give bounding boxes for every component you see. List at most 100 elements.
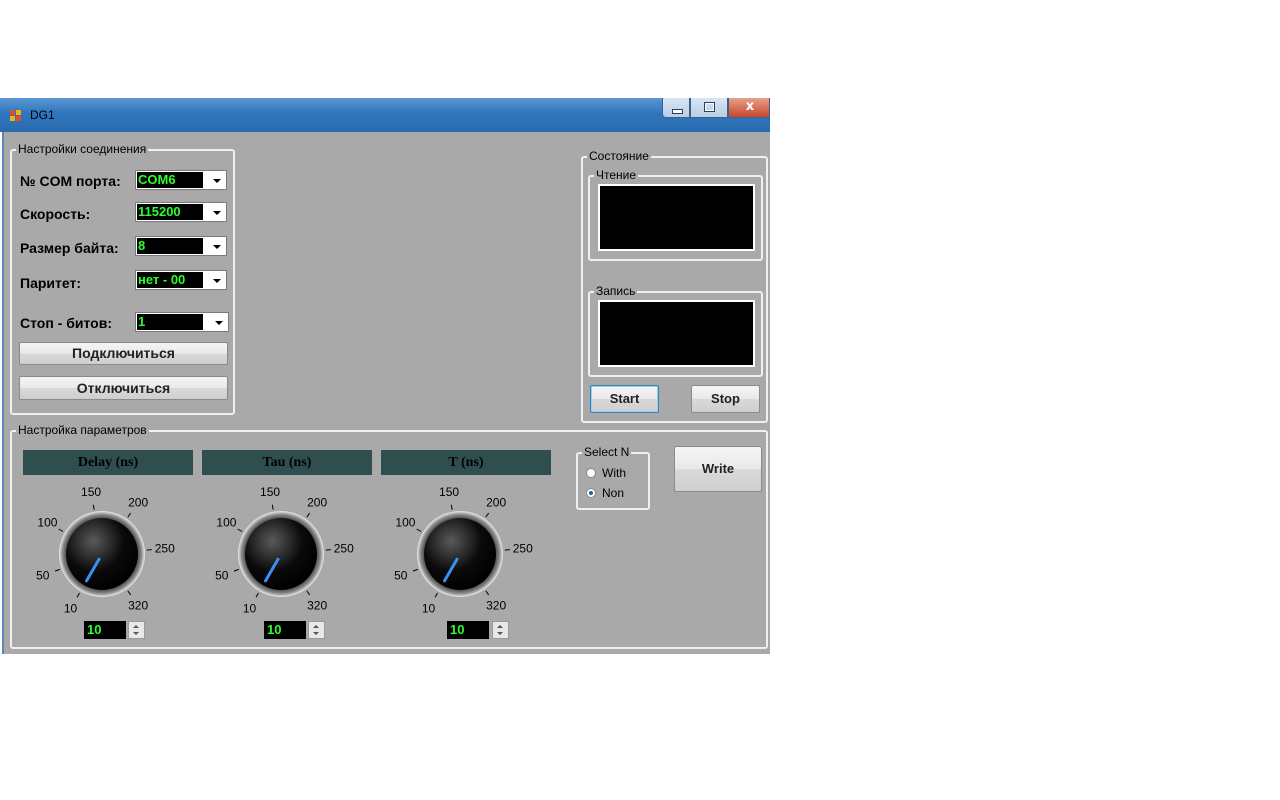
knob-tick [92, 504, 95, 510]
byte-size-value: 8 [137, 238, 203, 254]
knob-tick [416, 528, 422, 532]
chevron-down-icon [213, 279, 221, 283]
chevron-down-icon [215, 321, 223, 325]
client-area: Настройки соединения № COM порта: COM6 С… [2, 132, 770, 654]
chevron-down-icon [213, 245, 221, 249]
write-title: Запись [594, 284, 638, 298]
tau-header: Tau (ns) [202, 450, 372, 475]
option-with-label: With [602, 466, 626, 480]
parity-select[interactable]: нет - 00 [135, 270, 227, 290]
option-non-label: Non [602, 486, 625, 500]
knob-scale-label: 50 [36, 569, 50, 583]
parameters-group: Настройка параметров Delay (ns) 10 50 100 1… [10, 423, 768, 649]
select-n-group: Select N With Non [576, 445, 650, 510]
knob-scale-label: 200 [128, 495, 148, 509]
option-with-radio[interactable] [586, 468, 596, 478]
knob-scale-label: 10 [64, 602, 78, 616]
start-button[interactable]: Start [590, 385, 659, 413]
option-non-radio[interactable] [586, 488, 596, 498]
arrow-up-icon [313, 625, 319, 628]
byte-size-select[interactable]: 8 [135, 236, 227, 256]
knob-tick [58, 528, 64, 532]
knob-tick [434, 592, 438, 598]
t-knob[interactable]: 10 50 100 150 200 250 320 [381, 478, 551, 620]
knob-scale-label: 100 [216, 516, 236, 530]
knob-scale-label: 250 [513, 542, 533, 556]
com-port-value: COM6 [137, 172, 203, 188]
connection-settings-group: Настройки соединения № COM порта: COM6 С… [10, 142, 235, 415]
knob-tick [485, 590, 490, 596]
knob-cap[interactable] [66, 518, 138, 590]
delay-value-field[interactable]: 10 [84, 621, 126, 639]
speed-select[interactable]: 115200 [135, 202, 227, 222]
write-button[interactable]: Write [674, 446, 762, 492]
com-port-select[interactable]: COM6 [135, 170, 227, 190]
knob-scale-label: 320 [486, 599, 506, 613]
app-icon [10, 110, 21, 121]
chevron-down-icon [213, 179, 221, 183]
speed-label: Скорость: [20, 206, 91, 222]
knob-tick [271, 504, 274, 510]
select-n-title: Select N [582, 445, 632, 459]
knob-cap[interactable] [424, 518, 496, 590]
knob-tick [306, 590, 311, 596]
write-display [598, 300, 755, 367]
knob-scale-label: 200 [486, 495, 506, 509]
tau-spinner[interactable] [308, 621, 325, 639]
close-button[interactable]: x [728, 98, 770, 118]
knob-scale-label: 200 [307, 495, 327, 509]
arrow-down-icon [313, 632, 319, 635]
close-icon: x [745, 99, 755, 114]
knob-tick [127, 590, 132, 596]
byte-size-label: Размер байта: [20, 240, 119, 256]
read-display [598, 184, 755, 251]
parameters-title: Настройка параметров [16, 423, 149, 437]
stop-button[interactable]: Stop [691, 385, 760, 413]
disconnect-button[interactable]: Отключиться [19, 376, 228, 400]
speed-value: 115200 [137, 204, 203, 220]
tau-value-field[interactable]: 10 [264, 621, 306, 639]
knob-scale-label: 150 [260, 485, 280, 499]
stop-bits-select[interactable]: 1 [135, 312, 229, 332]
state-group: Состояние Чтение Запись Start Stop [581, 149, 768, 423]
knob-tick [76, 592, 80, 598]
knob-tick [255, 592, 259, 598]
arrow-up-icon [497, 625, 503, 628]
arrow-down-icon [133, 632, 139, 635]
t-spinner[interactable] [492, 621, 509, 639]
knob-cap[interactable] [245, 518, 317, 590]
main-window: DG1 x Настройки соединения № COM порта: … [0, 98, 770, 656]
knob-scale-label: 50 [394, 569, 408, 583]
knob-tick [54, 568, 60, 572]
t-value-field[interactable]: 10 [447, 621, 489, 639]
knob-scale-label: 250 [155, 542, 175, 556]
write-group: Запись [588, 284, 763, 377]
knob-scale-label: 150 [81, 485, 101, 499]
knob-scale-label: 10 [243, 602, 257, 616]
knob-scale-label: 50 [215, 569, 229, 583]
knob-tick [233, 568, 239, 572]
maximize-button[interactable] [690, 98, 728, 118]
knob-tick [450, 504, 453, 510]
stop-bits-value: 1 [137, 314, 203, 330]
delay-spinner[interactable] [128, 621, 145, 639]
knob-tick [237, 528, 243, 532]
connect-button[interactable]: Подключиться [19, 342, 228, 365]
parity-label: Паритет: [20, 275, 81, 291]
knob-scale-label: 150 [439, 485, 459, 499]
read-group: Чтение [588, 168, 763, 261]
knob-scale-label: 250 [334, 542, 354, 556]
knob-tick [306, 512, 311, 518]
knob-tick [412, 568, 418, 572]
tau-knob[interactable]: 10 50 100 150 200 250 320 [202, 478, 372, 620]
window-title: DG1 [30, 108, 55, 122]
arrow-up-icon [133, 625, 139, 628]
knob-scale-label: 320 [307, 599, 327, 613]
minimize-button[interactable] [662, 98, 690, 118]
connection-settings-title: Настройки соединения [16, 142, 149, 156]
title-bar[interactable]: DG1 x [0, 98, 770, 132]
state-title: Состояние [587, 149, 651, 163]
com-port-label: № COM порта: [20, 173, 121, 189]
chevron-down-icon [213, 211, 221, 215]
delay-knob[interactable]: 10 50 100 150 200 250 320 [23, 478, 193, 620]
